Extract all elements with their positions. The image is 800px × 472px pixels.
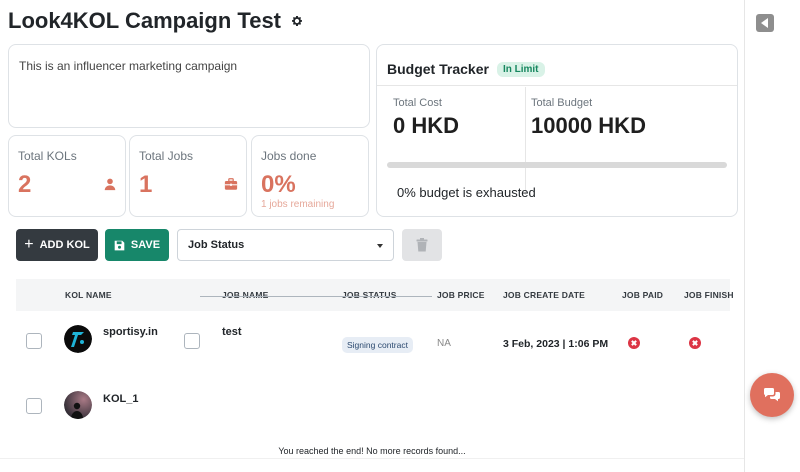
collapse-icon[interactable] [756, 14, 774, 32]
save-label: SAVE [130, 239, 161, 251]
budget-progress-bar [387, 162, 727, 168]
budget-tracker-card: Budget Tracker In Limit Total Cost 0 HKD… [376, 44, 738, 217]
total-cost-value: 0 HKD [393, 113, 460, 138]
job-name[interactable]: test [222, 326, 242, 338]
row-checkbox[interactable] [26, 333, 42, 349]
total-jobs-value: 1 [139, 171, 153, 198]
jobs-done-card: Jobs done 0% 1 jobs remaining [251, 135, 369, 217]
chat-icon [764, 388, 780, 402]
page-title-text: Look4KOL Campaign Test [8, 8, 282, 33]
jobs-done-label: Jobs done [261, 149, 317, 163]
column-header[interactable]: JOB NAME [222, 290, 268, 300]
delete-button[interactable] [402, 229, 442, 261]
job-create-date: 3 Feb, 2023 | 1:06 PM [503, 338, 609, 350]
end-of-list-message: You reached the end! No more records fou… [278, 446, 466, 456]
user-icon [104, 178, 116, 191]
kol-name[interactable]: sportisy.in [103, 326, 158, 338]
total-jobs-label: Total Jobs [139, 149, 194, 163]
trash-icon [416, 238, 428, 252]
divider [377, 85, 737, 86]
page-title: Look4KOL Campaign Test [8, 8, 303, 34]
column-header[interactable]: JOB PAID [622, 290, 663, 300]
briefcase-icon [224, 178, 238, 190]
add-kol-label: ADD KOL [39, 239, 90, 251]
total-cost: Total Cost 0 HKD [393, 97, 459, 139]
total-budget-label: Total Budget [531, 97, 593, 109]
divider [0, 458, 744, 459]
budget-exhausted-text: 0% budget is exhausted [397, 185, 536, 200]
divider [525, 87, 526, 195]
kol-name[interactable]: KOL_1 [103, 393, 138, 405]
job-checkbox[interactable] [184, 333, 200, 349]
table-header: KOL NAME JOB NAME JOB STATUS JOB PRICE J… [16, 279, 734, 311]
budget-title-text: Budget Tracker [387, 61, 489, 77]
job-price: NA [437, 338, 451, 349]
campaign-description-card: This is an influencer marketing campaign [8, 44, 370, 128]
avatar-image [64, 391, 92, 419]
x-circle-icon [628, 337, 640, 349]
avatar [64, 325, 92, 353]
gear-icon[interactable] [291, 15, 303, 27]
plus-icon: + [24, 236, 34, 253]
avatar [64, 391, 92, 419]
jobs-done-value: 0% [261, 171, 296, 198]
budget-title: Budget Tracker In Limit [387, 61, 545, 77]
chevron-down-icon [377, 244, 383, 248]
total-kols-card: Total KOLs 2 [8, 135, 126, 217]
jobs-remaining: 1 jobs remaining [261, 199, 335, 210]
total-budget-value: 10000 HKD [531, 113, 646, 138]
column-header[interactable]: JOB STATUS [342, 290, 397, 300]
job-status-select[interactable]: Job Status [177, 229, 394, 261]
column-header[interactable]: JOB PRICE [437, 290, 485, 300]
x-circle-icon [689, 337, 701, 349]
campaign-description: This is an influencer marketing campaign [19, 59, 238, 73]
save-button[interactable]: SAVE [105, 229, 169, 261]
total-jobs-card: Total Jobs 1 [129, 135, 247, 217]
divider [200, 296, 432, 297]
column-header[interactable]: KOL NAME [65, 290, 112, 300]
save-icon [114, 240, 125, 250]
avatar-image [64, 325, 92, 353]
row-checkbox[interactable] [26, 398, 42, 414]
chat-button[interactable] [750, 373, 794, 417]
column-header[interactable]: JOB CREATE DATE [503, 290, 585, 300]
column-header[interactable]: JOB FINISH [684, 290, 734, 300]
job-status-select-value: Job Status [188, 239, 245, 251]
total-budget: Total Budget 10000 HKD [531, 97, 646, 139]
total-cost-label: Total Cost [393, 97, 442, 109]
add-kol-button[interactable]: + ADD KOL [16, 229, 98, 261]
total-kols-value: 2 [18, 171, 32, 198]
status-badge: In Limit [496, 61, 545, 77]
total-kols-label: Total KOLs [18, 149, 77, 163]
job-status-badge: Signing contract [342, 337, 413, 353]
